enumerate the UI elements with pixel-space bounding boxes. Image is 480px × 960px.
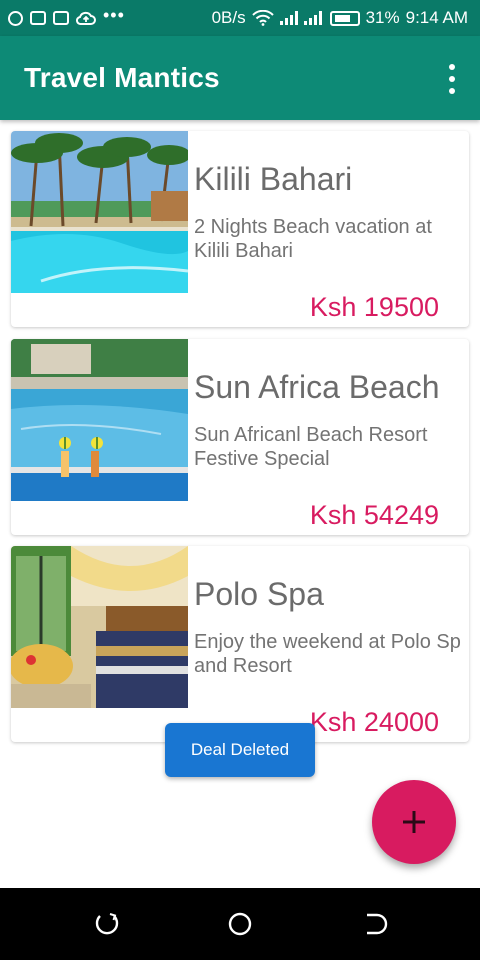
deal-description-line: and Resort xyxy=(194,655,292,677)
deal-description-line: Enjoy the weekend at Polo Sp xyxy=(194,631,461,653)
clock: 9:14 AM xyxy=(405,8,468,27)
mail-icon xyxy=(30,11,46,25)
deal-card[interactable]: Sun Africa Beach Sun Africanl Beach Reso… xyxy=(11,339,469,535)
status-bar: ••• 0B/s 31% 9:14 AM xyxy=(0,0,480,36)
recent-apps-icon[interactable] xyxy=(93,910,121,938)
deal-description: Sun Africanl Beach Resort Festive Specia… xyxy=(194,423,464,471)
hotel-bedroom-photo xyxy=(11,546,188,708)
deal-title: Sun Africa Beach xyxy=(194,369,440,405)
battery-percent: 31% xyxy=(365,8,400,27)
deal-description: 2 Nights Beach vacation at Kilili Bahari xyxy=(194,215,464,263)
network-speed: 0B/s xyxy=(211,8,246,27)
overflow-menu-icon[interactable] xyxy=(446,64,458,94)
app-title: Travel Mantics xyxy=(24,62,220,93)
status-bar-system: 0B/s 31% 9:14 AM xyxy=(212,0,468,36)
resort-pool-drinks-photo xyxy=(11,339,188,501)
wifi-icon xyxy=(251,10,274,26)
deal-price: Ksh 54249 xyxy=(309,500,439,530)
deal-description-line: 2 Nights Beach vacation at xyxy=(194,216,432,238)
app-bar: Travel Mantics xyxy=(0,36,480,120)
deal-price: Ksh 19500 xyxy=(309,292,439,322)
status-bar-notifications: ••• xyxy=(8,0,125,36)
deal-description-line: Kilili Bahari xyxy=(194,240,293,262)
cast-icon xyxy=(53,11,69,25)
deal-description: Enjoy the weekend at Polo Sp and Resort xyxy=(194,630,464,678)
deal-card[interactable]: Polo Spa Enjoy the weekend at Polo Sp an… xyxy=(11,546,469,742)
add-deal-button[interactable] xyxy=(372,780,456,864)
deal-price: Ksh 24000 xyxy=(309,707,439,737)
home-icon[interactable] xyxy=(226,910,254,938)
deal-description-line: Festive Special xyxy=(194,448,330,470)
more-notifications-icon: ••• xyxy=(103,5,125,25)
app-screen: ••• 0B/s 31% 9:14 AM Travel Mantics Kili… xyxy=(0,0,480,960)
signal-icon xyxy=(279,11,298,25)
deal-title: Kilili Bahari xyxy=(194,161,353,197)
system-navigation-bar xyxy=(0,888,480,960)
signal-icon xyxy=(303,11,322,25)
deal-card[interactable]: Kilili Bahari 2 Nights Beach vacation at… xyxy=(11,131,469,327)
beach-resort-pool-photo xyxy=(11,131,188,293)
notification-icon xyxy=(8,10,23,26)
back-icon[interactable] xyxy=(360,910,388,938)
add-icon xyxy=(403,811,425,833)
battery-charging-icon xyxy=(329,10,360,26)
cloud-upload-icon xyxy=(76,11,96,25)
deal-deleted-toast: Deal Deleted xyxy=(165,723,315,777)
deal-title: Polo Spa xyxy=(194,576,324,612)
deal-description-line: Sun Africanl Beach Resort xyxy=(194,424,428,446)
